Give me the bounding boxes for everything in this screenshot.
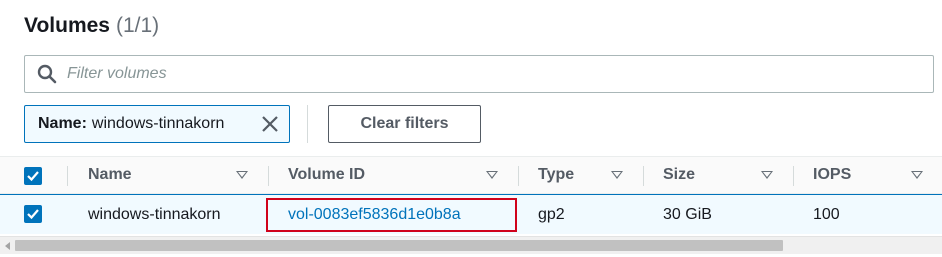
column-header-volume-id[interactable]: Volume ID	[288, 157, 365, 193]
search-bar[interactable]	[24, 55, 934, 93]
column-header-iops[interactable]: IOPS	[813, 157, 851, 193]
cell-iops: 100	[813, 205, 840, 223]
column-header-type[interactable]: Type	[538, 157, 574, 193]
column-separator	[518, 166, 519, 186]
scroll-left-arrow-icon[interactable]	[5, 242, 10, 250]
filter-token: Name: windows-tinnakorn	[24, 105, 290, 143]
page-title-text: Volumes	[24, 14, 110, 37]
check-icon	[27, 209, 39, 220]
scrollbar-thumb[interactable]	[15, 240, 783, 251]
horizontal-scrollbar[interactable]	[0, 236, 942, 254]
column-separator	[67, 166, 68, 186]
table-header: Name Volume ID Type Size IOPS	[0, 156, 942, 194]
sort-caret-icon[interactable]	[236, 171, 248, 179]
filter-divider	[307, 105, 308, 143]
column-separator	[268, 166, 269, 186]
clear-filters-button[interactable]: Clear filters	[328, 105, 481, 143]
sort-caret-icon[interactable]	[911, 171, 923, 179]
column-separator	[793, 166, 794, 186]
close-icon[interactable]	[261, 115, 279, 133]
page-title: Volumes (1/1)	[24, 14, 159, 38]
search-icon	[37, 64, 57, 84]
column-header-size[interactable]: Size	[663, 157, 695, 193]
cell-name: windows-tinnakorn	[88, 205, 221, 223]
sort-caret-icon[interactable]	[486, 171, 498, 179]
sort-caret-icon[interactable]	[761, 171, 773, 179]
cell-size: 30 GiB	[663, 205, 712, 223]
sort-caret-icon[interactable]	[611, 171, 623, 179]
row-checkbox[interactable]	[24, 205, 42, 223]
select-all-checkbox[interactable]	[24, 167, 42, 185]
filter-token-value: windows-tinnakorn	[91, 115, 225, 132]
check-icon	[27, 171, 39, 182]
cell-type: gp2	[538, 205, 565, 223]
filter-token-key: Name:	[38, 115, 87, 132]
volume-count: (1/1)	[115, 14, 160, 37]
highlight-box	[266, 198, 517, 232]
column-header-name[interactable]: Name	[88, 157, 132, 193]
search-input[interactable]	[67, 65, 867, 83]
column-separator	[643, 166, 644, 186]
